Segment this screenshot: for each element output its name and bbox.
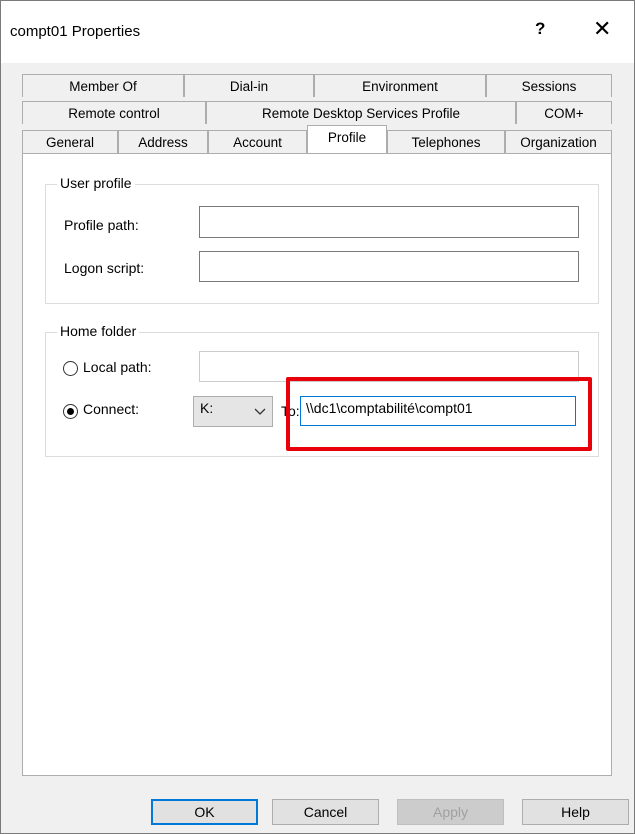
local-path-radio[interactable] — [63, 361, 78, 376]
profile-path-input[interactable] — [199, 206, 579, 238]
close-icon[interactable]: ✕ — [593, 16, 611, 42]
connect-label: Connect: — [83, 401, 140, 417]
tab-telephones[interactable]: Telephones — [387, 130, 505, 153]
help-button[interactable]: Help — [522, 799, 629, 825]
drive-letter-select[interactable]: K: — [193, 396, 273, 427]
title-bar: compt01 Properties ? ✕ — [1, 1, 634, 63]
home-folder-legend: Home folder — [57, 323, 140, 339]
tab-sessions[interactable]: Sessions — [486, 74, 612, 97]
user-profile-group: User profile — [45, 175, 599, 304]
radio-selected-icon — [67, 408, 74, 415]
cancel-button[interactable]: Cancel — [272, 799, 379, 825]
tab-general[interactable]: General — [22, 130, 118, 153]
profile-tab-panel: User profile Profile path: Logon script:… — [22, 153, 612, 776]
tab-profile[interactable]: Profile — [307, 125, 387, 153]
local-path-label: Local path: — [83, 359, 152, 375]
tab-dial-in[interactable]: Dial-in — [184, 74, 314, 97]
logon-script-input[interactable] — [199, 251, 579, 282]
tab-remote-control[interactable]: Remote control — [22, 101, 206, 124]
apply-button[interactable]: Apply — [397, 799, 504, 825]
highlight-box — [286, 377, 592, 451]
connect-radio[interactable] — [63, 404, 78, 419]
drive-letter-value: K: — [200, 400, 214, 416]
tab-address[interactable]: Address — [118, 130, 208, 153]
tab-environment[interactable]: Environment — [314, 74, 486, 97]
user-profile-legend: User profile — [57, 175, 135, 191]
tab-com-plus[interactable]: COM+ — [516, 101, 612, 124]
chevron-down-icon — [254, 397, 266, 430]
tab-remote-desktop-services-profile[interactable]: Remote Desktop Services Profile — [206, 101, 516, 124]
tab-member-of[interactable]: Member Of — [22, 74, 184, 97]
properties-dialog: compt01 Properties ? ✕ Member Of Dial-in… — [0, 0, 635, 834]
tab-account[interactable]: Account — [208, 130, 307, 153]
help-icon[interactable]: ? — [535, 19, 545, 39]
tab-organization[interactable]: Organization — [505, 130, 612, 153]
profile-path-label: Profile path: — [64, 217, 139, 233]
logon-script-label: Logon script: — [64, 260, 145, 276]
window-title: compt01 Properties — [10, 23, 141, 40]
ok-button[interactable]: OK — [151, 799, 258, 825]
